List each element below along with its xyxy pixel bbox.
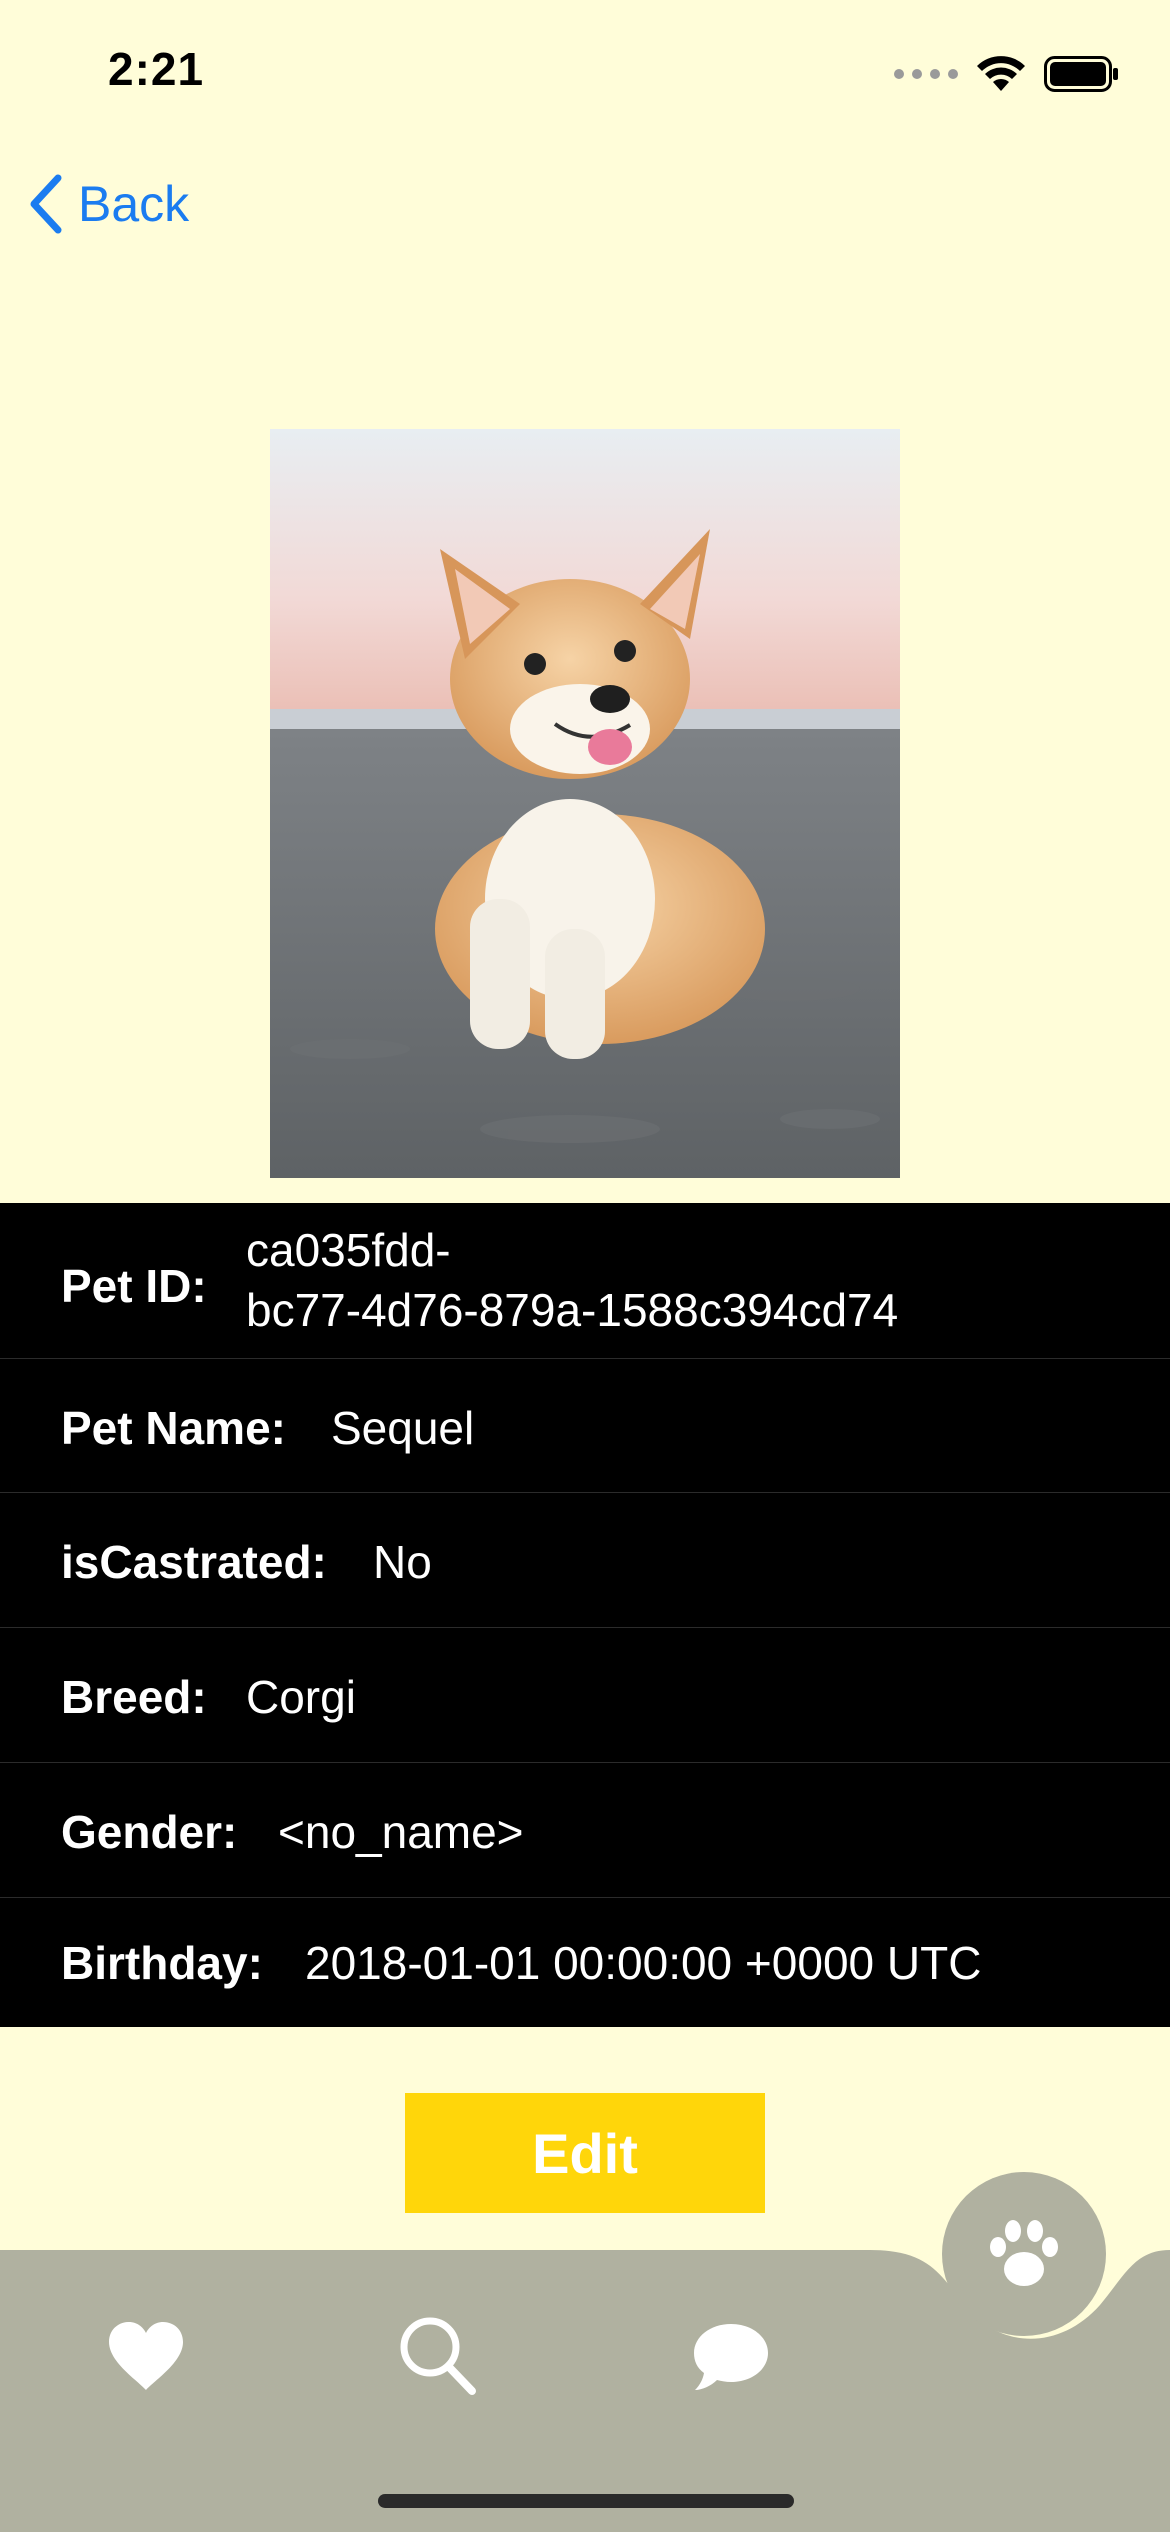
edit-button[interactable]: Edit: [405, 2093, 765, 2213]
pet-id-value-line2: bc77-4d76-879a-1588c394cd74: [246, 1284, 899, 1336]
pets-tab-button[interactable]: [942, 2172, 1106, 2336]
chat-bubble-icon[interactable]: [692, 2322, 770, 2392]
search-icon[interactable]: [398, 2315, 478, 2397]
castrated-label: isCastrated:: [61, 1536, 327, 1588]
paw-icon: [990, 2220, 1058, 2286]
birthday-label: Birthday:: [61, 1937, 263, 1989]
breed-label: Breed:: [61, 1671, 207, 1723]
table-row-castrated: isCastrated: No: [0, 1493, 1170, 1628]
pet-name-value: Sequel: [331, 1402, 475, 1454]
gender-value: <no_name>: [278, 1806, 524, 1858]
table-row-birthday: Birthday: 2018-01-01 00:00:00 +0000 UTC: [0, 1898, 1170, 2027]
back-button[interactable]: Back: [24, 172, 189, 236]
pet-name-label: Pet Name:: [61, 1402, 286, 1454]
wifi-icon: [977, 56, 1025, 91]
cellular-signal-icon: [894, 69, 958, 79]
pet-id-value-line1: ca035fdd-: [246, 1224, 451, 1276]
pet-info-table: Pet ID: ca035fdd- bc77-4d76-879a-1588c39…: [0, 1203, 1170, 2027]
home-indicator: [378, 2494, 794, 2508]
status-time: 2:21: [108, 43, 205, 95]
table-row-breed: Breed: Corgi: [0, 1628, 1170, 1763]
table-row-pet-name: Pet Name: Sequel: [0, 1359, 1170, 1493]
table-row-gender: Gender: <no_name>: [0, 1763, 1170, 1898]
back-label: Back: [78, 176, 190, 232]
battery-icon: [1044, 56, 1118, 92]
pet-id-label: Pet ID:: [61, 1260, 207, 1312]
heart-icon[interactable]: [107, 2320, 185, 2392]
birthday-value: 2018-01-01 00:00:00 +0000 UTC: [305, 1937, 982, 1989]
breed-value: Corgi: [246, 1671, 356, 1723]
chevron-left-icon: [30, 174, 62, 234]
castrated-value: No: [373, 1536, 432, 1588]
table-row-pet-id: Pet ID: ca035fdd- bc77-4d76-879a-1588c39…: [0, 1203, 1170, 1359]
status-icons: [894, 54, 1120, 94]
pet-photo: [270, 429, 900, 1178]
gender-label: Gender:: [61, 1806, 238, 1858]
